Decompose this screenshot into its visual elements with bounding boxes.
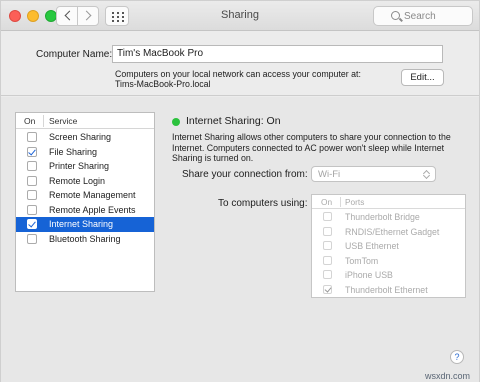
- sharing-status: Internet Sharing: On: [186, 115, 281, 127]
- service-row[interactable]: Internet Sharing: [16, 217, 154, 232]
- ports-column-on: On: [321, 197, 333, 207]
- share-from-label: Share your connection from:: [182, 169, 308, 180]
- local-hostname: Tims-MacBook-Pro.local: [115, 79, 211, 89]
- search-icon: [391, 11, 400, 20]
- port-row: USB Ethernet: [312, 239, 465, 253]
- service-list: On Service Screen Sharing File Sharing Pri…: [15, 112, 155, 292]
- service-label: Remote Login: [49, 175, 106, 186]
- port-row: Thunderbolt Bridge: [312, 210, 465, 224]
- help-button[interactable]: ?: [450, 350, 464, 364]
- service-row[interactable]: File Sharing: [16, 145, 154, 160]
- service-label: Printer Sharing: [49, 161, 110, 171]
- service-row[interactable]: Remote Management: [16, 188, 154, 203]
- ports-list: On Ports Thunderbolt Bridge RNDIS/Etherne…: [311, 194, 466, 298]
- computer-name-label: Computer Name:: [36, 49, 113, 60]
- service-checkbox[interactable]: [27, 132, 37, 142]
- service-checkbox[interactable]: [27, 219, 37, 229]
- port-label: iPhone USB: [345, 270, 393, 280]
- service-row[interactable]: Remote Login: [16, 174, 154, 189]
- port-checkbox: [323, 226, 332, 236]
- service-row[interactable]: Bluetooth Sharing: [16, 232, 154, 247]
- port-label: USB Ethernet: [345, 241, 399, 251]
- port-checkbox: [323, 255, 332, 265]
- local-address-note-line: Computers on your local network can acce…: [115, 69, 361, 79]
- service-checkbox[interactable]: [27, 175, 37, 186]
- service-row[interactable]: Printer Sharing: [16, 159, 154, 174]
- port-label: Thunderbolt Ethernet: [345, 284, 428, 295]
- port-checkbox: [323, 241, 332, 250]
- description-line: Internet Sharing allows other computers …: [172, 132, 451, 142]
- computer-name-section: Computer Name: Tim's MacBook Pro Compute…: [1, 32, 479, 96]
- service-label: Bluetooth Sharing: [49, 233, 121, 244]
- service-checkbox[interactable]: [27, 190, 37, 200]
- status-indicator: [172, 118, 180, 126]
- watermark: wsxdn.com: [425, 371, 471, 381]
- search-field[interactable]: Search: [373, 6, 473, 26]
- sharing-window: Sharing Search Computer Name: Tim's MacB…: [0, 0, 480, 382]
- ports-list-header: On Ports: [312, 195, 465, 209]
- service-label: File Sharing: [49, 146, 98, 157]
- service-label: Remote Management: [49, 190, 136, 200]
- port-row: iPhone USB: [312, 268, 465, 282]
- service-checkbox[interactable]: [27, 204, 37, 215]
- up-down-arrows-icon: [423, 169, 430, 179]
- share-from-value: Wi-Fi: [318, 169, 341, 180]
- port-label: RNDIS/Ethernet Gadget: [345, 226, 440, 237]
- to-computers-label: To computers using:: [218, 198, 308, 209]
- column-header-service: Service: [49, 116, 78, 126]
- local-address-note: Computers on your local network can acce…: [115, 69, 361, 89]
- service-checkbox[interactable]: [27, 233, 37, 244]
- service-label: Internet Sharing: [49, 219, 114, 229]
- port-label: Thunderbolt Bridge: [345, 212, 420, 222]
- service-row[interactable]: Screen Sharing: [16, 130, 154, 145]
- title-bar: Sharing Search: [1, 1, 479, 31]
- service-label: Screen Sharing: [49, 132, 112, 142]
- service-list-header: On Service: [16, 113, 154, 129]
- search-placeholder: Search: [404, 11, 436, 22]
- port-row: Thunderbolt Ethernet: [312, 283, 465, 297]
- description-line: Sharing is turned on.: [172, 153, 254, 163]
- edit-button[interactable]: Edit...: [401, 69, 444, 86]
- port-checkbox: [323, 270, 332, 279]
- computer-name-input[interactable]: Tim's MacBook Pro: [112, 45, 443, 63]
- port-label: TomTom: [345, 255, 379, 266]
- port-row: RNDIS/Ethernet Gadget: [312, 225, 465, 239]
- port-checkbox: [323, 284, 332, 294]
- service-row[interactable]: Remote Apple Events: [16, 203, 154, 218]
- column-header-on: On: [24, 116, 36, 126]
- internet-sharing-description: Internet Sharing allows other computers …: [172, 132, 472, 164]
- service-label: Remote Apple Events: [49, 204, 136, 215]
- port-checkbox: [323, 212, 332, 221]
- service-checkbox[interactable]: [27, 146, 37, 157]
- port-row: TomTom: [312, 254, 465, 268]
- service-checkbox[interactable]: [27, 161, 37, 171]
- description-line: Internet. Computers connected to AC powe…: [172, 142, 445, 153]
- main-pane: On Service Screen Sharing File Sharing Pri…: [1, 97, 479, 382]
- ports-column-ports: Ports: [345, 197, 365, 207]
- share-from-select[interactable]: Wi-Fi: [311, 166, 436, 182]
